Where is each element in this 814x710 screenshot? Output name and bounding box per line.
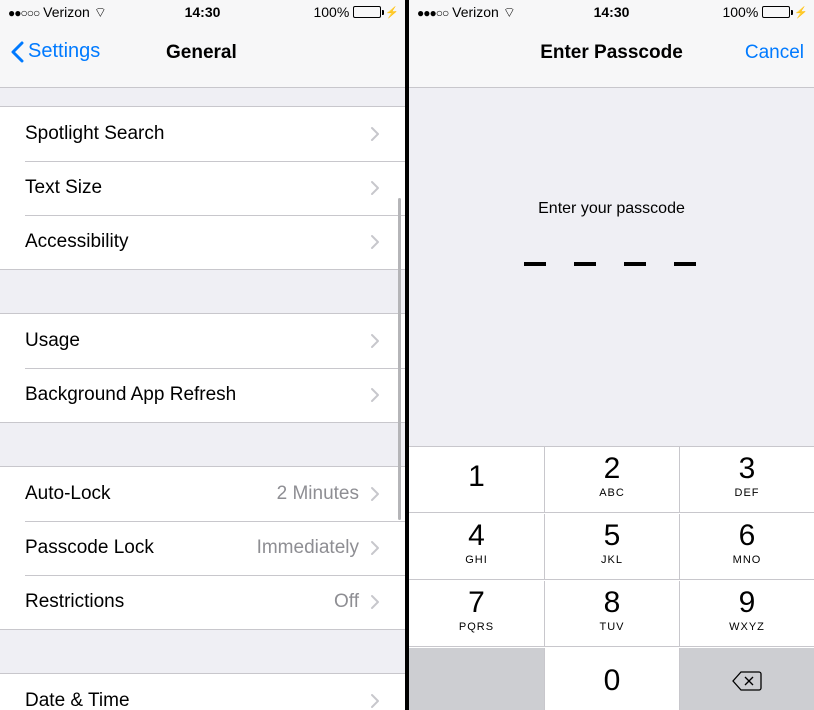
- keypad-key-7[interactable]: 7 PQRS: [409, 581, 545, 647]
- keypad-letters: DEF: [734, 487, 760, 499]
- settings-row[interactable]: Spotlight Search: [0, 107, 405, 161]
- battery-icon: [762, 6, 794, 18]
- keypad-letters: GHI: [465, 554, 488, 566]
- battery-icon: [353, 6, 385, 18]
- passcode-digit-slot: [624, 262, 646, 266]
- keypad-digit: 7: [468, 586, 485, 619]
- keypad-key-4[interactable]: 4 GHI: [409, 514, 545, 580]
- chevron-right-icon: [367, 486, 383, 502]
- charging-icon: ⚡: [385, 6, 399, 19]
- battery-status: 100% ⚡: [313, 4, 399, 20]
- settings-row[interactable]: Accessibility: [0, 215, 405, 269]
- passcode-digit-slot: [674, 262, 696, 266]
- keypad-blank: [409, 648, 545, 710]
- keypad-key-1[interactable]: 1: [409, 447, 545, 513]
- keypad-key-5[interactable]: 5 JKL: [545, 514, 680, 580]
- back-button[interactable]: Settings: [10, 40, 100, 63]
- keypad-digit: 1: [468, 460, 485, 493]
- keypad-letters: ABC: [599, 487, 625, 499]
- keypad-letters: JKL: [601, 554, 623, 566]
- settings-group: Spotlight Search Text Size Accessibility: [0, 106, 405, 270]
- settings-row-label: Date & Time: [25, 690, 130, 710]
- settings-row[interactable]: Restrictions Off: [0, 575, 405, 629]
- general-settings-screen: ●●○○○ Verizon ⌔ 14:30 100% ⚡ Settings Ge…: [0, 0, 405, 710]
- settings-row[interactable]: Text Size: [0, 161, 405, 215]
- settings-row-label: Passcode Lock: [25, 537, 154, 558]
- chevron-right-icon: [367, 387, 383, 403]
- keypad-key-6[interactable]: 6 MNO: [680, 514, 814, 580]
- passcode-digit-slot: [524, 262, 546, 266]
- keypad-digit: 6: [738, 519, 756, 552]
- settings-row-label: Restrictions: [25, 591, 125, 612]
- chevron-right-icon: [367, 180, 383, 196]
- numeric-keypad: 1 2 ABC 3 DEF 4 GHI 5 JKL 6 MNO 7 PQRS 8 TUV 9 WXYZ 0: [409, 446, 814, 710]
- keypad-key-8[interactable]: 8 TUV: [545, 581, 680, 647]
- chevron-right-icon: [367, 594, 383, 610]
- keypad-digit: 4: [468, 519, 485, 552]
- keypad-digit: 8: [603, 586, 621, 619]
- keypad-digit: 5: [603, 519, 621, 552]
- chevron-right-icon: [367, 540, 383, 556]
- settings-row-label: Spotlight Search: [25, 123, 165, 144]
- settings-row[interactable]: Passcode Lock Immediately: [0, 521, 405, 575]
- delete-key[interactable]: [680, 648, 814, 710]
- settings-row[interactable]: Background App Refresh: [0, 368, 405, 422]
- settings-row[interactable]: Date & Time: [0, 674, 405, 710]
- keypad-letters: PQRS: [458, 621, 495, 633]
- back-button-label: Settings: [28, 40, 101, 62]
- status-bar: ●●●○○ Verizon ⌔ 14:30 100% ⚡: [409, 0, 814, 22]
- keypad-digit: 3: [738, 452, 756, 485]
- keypad-letters: MNO: [732, 554, 762, 566]
- settings-row-value: Off: [334, 591, 359, 612]
- passcode-prompt: Enter your passcode: [538, 200, 685, 217]
- backspace-icon: [732, 671, 762, 691]
- settings-list: Spotlight Search Text Size Accessibility Us…: [0, 106, 405, 710]
- page-title: General: [166, 42, 237, 63]
- chevron-left-icon: [11, 41, 24, 62]
- settings-row-label: Auto-Lock: [25, 483, 111, 504]
- navigation-bar: Settings General: [0, 22, 405, 88]
- settings-row[interactable]: Auto-Lock 2 Minutes: [0, 467, 405, 521]
- chevron-right-icon: [367, 333, 383, 349]
- battery-status: 100% ⚡: [722, 4, 808, 20]
- keypad-letters: WXYZ: [729, 621, 765, 633]
- chevron-right-icon: [367, 693, 383, 709]
- settings-group: Date & Time: [0, 673, 405, 710]
- keypad-digit: 2: [603, 452, 621, 485]
- keypad-digit: 0: [603, 664, 621, 697]
- settings-row-label: Usage: [25, 330, 80, 351]
- keypad-key-3[interactable]: 3 DEF: [680, 447, 814, 513]
- passcode-entry-field: [524, 262, 696, 266]
- settings-row[interactable]: Usage: [0, 314, 405, 368]
- chevron-right-icon: [367, 234, 383, 250]
- settings-row-label: Text Size: [25, 177, 103, 198]
- navigation-bar: Enter Passcode Cancel: [409, 22, 814, 88]
- chevron-right-icon: [367, 126, 383, 142]
- cancel-button[interactable]: Cancel: [745, 42, 804, 64]
- charging-icon: ⚡: [794, 6, 808, 19]
- battery-percent: 100%: [722, 4, 759, 20]
- keypad-key-2[interactable]: 2 ABC: [545, 447, 680, 513]
- settings-group: Auto-Lock 2 Minutes Passcode Lock Immediate…: [0, 466, 405, 630]
- keypad-key-0[interactable]: 0: [545, 648, 680, 710]
- passcode-screen: ●●●○○ Verizon ⌔ 14:30 100% ⚡ Enter Passc…: [409, 0, 814, 710]
- settings-row-label: Accessibility: [25, 231, 129, 252]
- keypad-key-9[interactable]: 9 WXYZ: [680, 581, 814, 647]
- passcode-digit-slot: [574, 262, 596, 266]
- battery-percent: 100%: [313, 4, 350, 20]
- scroll-indicator[interactable]: [398, 198, 401, 520]
- keypad-digit: 9: [738, 586, 756, 619]
- settings-row-label: Background App Refresh: [25, 384, 237, 405]
- status-bar: ●●○○○ Verizon ⌔ 14:30 100% ⚡: [0, 0, 405, 22]
- settings-row-value: 2 Minutes: [276, 483, 359, 504]
- settings-row-value: Immediately: [256, 537, 359, 558]
- settings-group: Usage Background App Refresh: [0, 313, 405, 423]
- keypad-letters: TUV: [599, 621, 625, 633]
